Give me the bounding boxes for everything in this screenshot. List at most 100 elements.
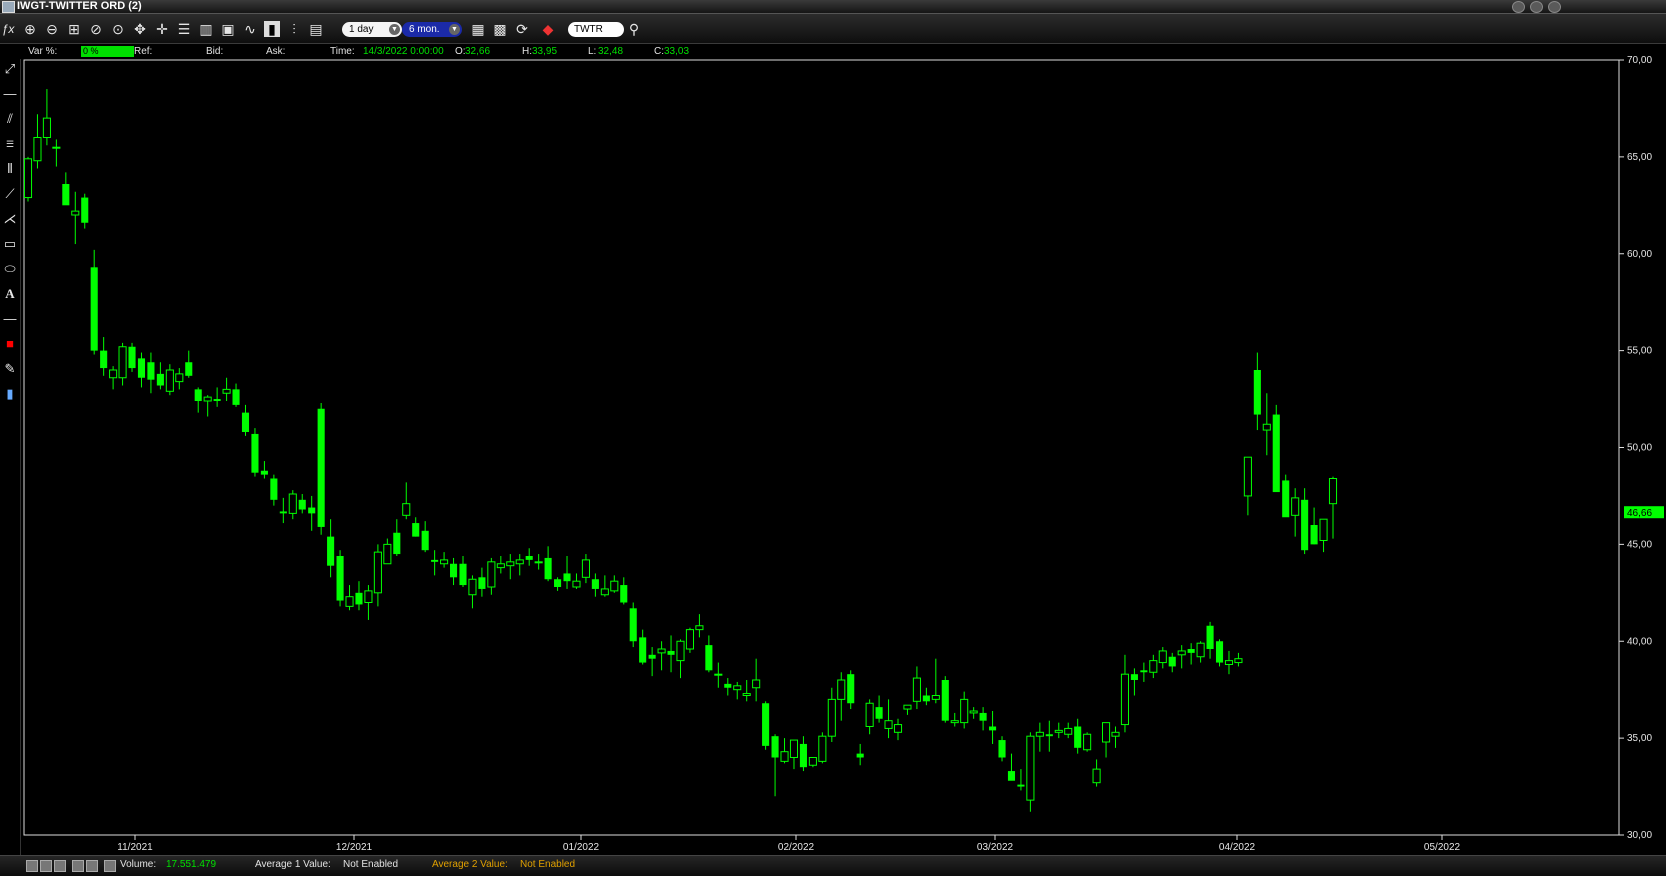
candle-body	[1054, 729, 1063, 733]
status-button[interactable]	[26, 860, 38, 872]
candle-body	[771, 736, 779, 758]
candle-body	[1215, 641, 1224, 663]
price-chart[interactable]: 30,00 35,00 40,00 45,00 50,00 55,00 60,00 65,00…	[0, 0, 1666, 875]
status-button[interactable]	[104, 860, 116, 872]
candle-body	[515, 559, 524, 565]
candle-body	[327, 536, 335, 566]
y-tick-label: 40,00	[1627, 636, 1652, 647]
candle-body	[71, 210, 80, 216]
candle-body	[185, 362, 193, 376]
status-button[interactable]	[40, 860, 52, 872]
candle-body	[525, 556, 533, 560]
candle-body	[23, 158, 33, 199]
status-button[interactable]	[72, 860, 84, 872]
x-tick-label: 05/2022	[1424, 842, 1461, 853]
candle-body	[355, 592, 363, 605]
candle-body	[685, 629, 695, 650]
candle-body	[317, 408, 325, 527]
candle-body	[762, 703, 770, 746]
x-tick-label: 11/2021	[117, 842, 153, 853]
candle-body	[336, 556, 344, 601]
candle-body	[620, 585, 628, 603]
candle-body	[979, 712, 987, 721]
candle-body	[1206, 625, 1214, 649]
candle-body	[752, 679, 761, 689]
candle-body	[222, 388, 231, 394]
candle-body	[667, 650, 675, 655]
y-tick-label: 30,00	[1627, 830, 1652, 841]
candle-body	[260, 470, 268, 475]
candle-body	[1310, 525, 1318, 545]
y-axis: 30,00 35,00 40,00 45,00 50,00 55,00 60,00 65,00…	[1619, 55, 1652, 841]
candle-body	[100, 350, 108, 369]
candle-body	[847, 674, 855, 704]
candle-body	[468, 578, 477, 596]
candle-body	[449, 563, 458, 578]
candle-body	[402, 503, 411, 516]
candle-body	[1092, 768, 1101, 784]
candle	[23, 156, 33, 202]
candle-body	[241, 412, 250, 432]
candle-body	[818, 735, 827, 762]
candle-body	[1083, 733, 1092, 751]
candle-body	[81, 197, 89, 223]
candle-body	[1177, 650, 1186, 656]
x-tick-label: 04/2022	[1219, 842, 1256, 853]
x-axis: 11/2021 12/2021 01/2022 02/2022 03/2022 04/20…	[117, 835, 1461, 853]
candle-body	[1140, 670, 1148, 673]
candle-body	[742, 693, 751, 696]
candle-body	[941, 680, 949, 721]
candle-body	[90, 267, 98, 351]
candle-body	[534, 561, 543, 564]
status-button[interactable]	[54, 860, 66, 872]
candle-body	[865, 702, 874, 727]
candle-body	[931, 695, 940, 700]
candle-body	[827, 698, 836, 737]
candle	[128, 342, 136, 372]
candle-body	[789, 739, 799, 758]
candle-body	[1064, 727, 1073, 735]
candle	[1026, 732, 1035, 812]
candle-body	[62, 184, 70, 206]
candle-body	[412, 523, 420, 537]
volume-value: 17.551.479	[166, 859, 217, 870]
candle-body	[156, 373, 164, 386]
candle	[336, 550, 344, 607]
candle-body	[478, 577, 486, 589]
y-tick-label: 65,00	[1627, 152, 1652, 163]
candle-body	[724, 683, 732, 688]
candle-body	[1168, 656, 1176, 667]
avg2-label: Average 2 Value:	[432, 859, 508, 870]
candle-body	[1101, 722, 1111, 743]
candle-body	[1196, 642, 1205, 658]
avg1-label: Average 1 Value:	[255, 859, 331, 870]
candle-body	[780, 751, 789, 762]
candle-body	[554, 579, 562, 587]
candle-body	[194, 389, 202, 401]
candle-body	[695, 625, 704, 631]
candle-body	[506, 561, 515, 567]
status-button[interactable]	[86, 860, 98, 872]
candle-body	[1328, 478, 1338, 505]
candle	[847, 670, 855, 710]
candle-body	[345, 596, 354, 607]
candle-body	[884, 720, 893, 729]
candle	[317, 402, 325, 535]
candle-body	[950, 720, 959, 724]
candle	[1282, 474, 1290, 518]
candle-body	[1319, 518, 1328, 541]
candle-body	[128, 346, 136, 369]
last-price-marker: 46,66	[1624, 506, 1664, 519]
candle-body	[799, 743, 807, 768]
candle-body	[1253, 370, 1261, 415]
candle	[685, 627, 695, 653]
candle-body	[1120, 673, 1130, 726]
candle-body	[279, 511, 287, 514]
candle-body	[496, 563, 505, 569]
volume-label: Volume:	[120, 859, 157, 870]
candle	[1083, 732, 1092, 752]
candle-body	[733, 685, 742, 691]
candle-body	[705, 645, 713, 671]
candle-body	[563, 573, 571, 582]
candle-body	[581, 559, 590, 578]
